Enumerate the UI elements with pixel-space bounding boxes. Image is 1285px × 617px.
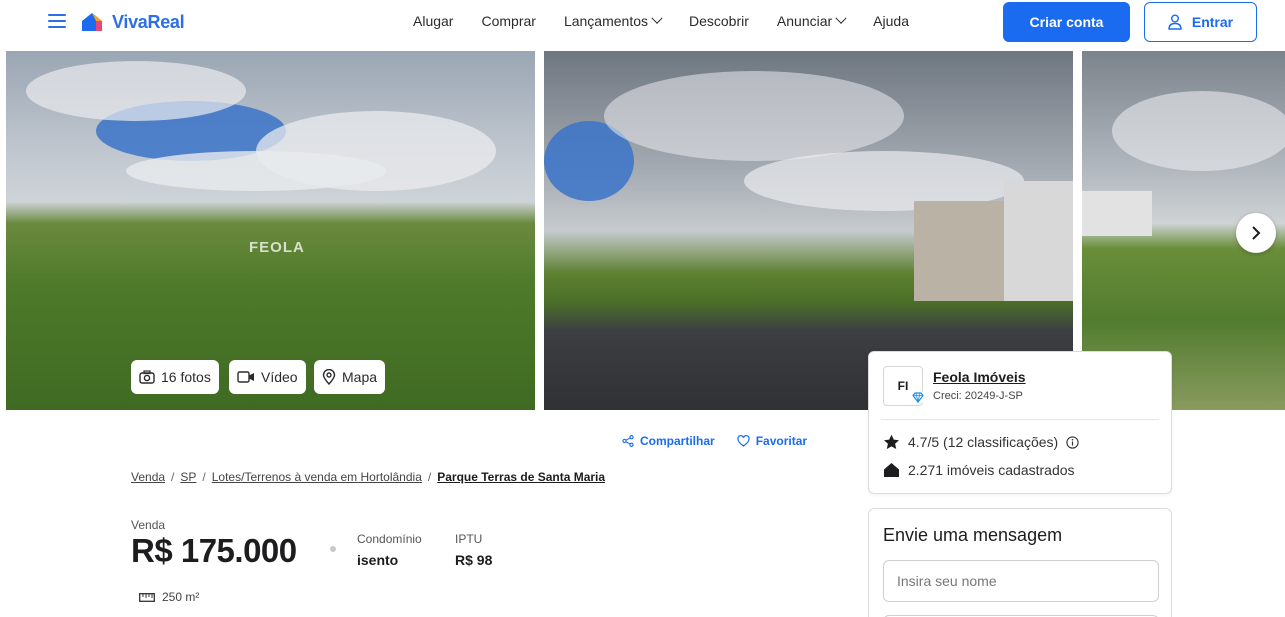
iptu-fee: IPTU R$ 98 bbox=[455, 532, 492, 568]
iptu-label: IPTU bbox=[455, 532, 483, 546]
advertiser-initials: FI bbox=[897, 379, 909, 393]
iptu-value: R$ 98 bbox=[455, 552, 493, 568]
advertiser-listings-count: 2.271 imóveis cadastrados bbox=[883, 462, 1075, 478]
breadcrumb: Venda / SP / Lotes/Terrenos à venda em H… bbox=[131, 470, 605, 484]
nav-anunciar[interactable]: Anunciar bbox=[776, 12, 847, 29]
user-icon bbox=[1168, 14, 1182, 30]
top-header: VivaReal Alugar Comprar Lançamentos Desc… bbox=[0, 0, 1285, 50]
map-button[interactable]: Mapa bbox=[314, 360, 386, 394]
nav-comprar[interactable]: Comprar bbox=[481, 13, 535, 29]
create-account-button[interactable]: Criar conta bbox=[1003, 2, 1130, 42]
rating-text: 4.7/5 (12 classificações) bbox=[908, 434, 1059, 450]
watermark-text: FEOLA bbox=[249, 239, 305, 256]
contact-form-title: Envie uma mensagem bbox=[883, 525, 1063, 545]
gallery-next-button[interactable] bbox=[1236, 213, 1276, 253]
condo-fee: Condomínio isento bbox=[357, 532, 422, 568]
photos-button[interactable]: 16 fotos bbox=[131, 360, 219, 394]
map-pin-icon bbox=[322, 369, 336, 385]
chevron-right-icon bbox=[1252, 226, 1261, 240]
verified-badge-icon bbox=[911, 390, 925, 404]
breadcrumb-category[interactable]: Lotes/Terrenos à venda em Hortolândia bbox=[212, 470, 422, 484]
main-nav: Alugar Comprar Lançamentos Descobrir Anu… bbox=[413, 12, 937, 29]
house-logo-icon bbox=[82, 13, 102, 31]
video-icon bbox=[237, 371, 254, 383]
login-button[interactable]: Entrar bbox=[1144, 2, 1257, 42]
chevron-down-icon bbox=[651, 12, 663, 24]
nav-ajuda[interactable]: Ajuda bbox=[873, 13, 909, 29]
camera-icon bbox=[139, 370, 155, 384]
favorite-label: Favoritar bbox=[755, 434, 808, 448]
favorite-button[interactable]: Favoritar bbox=[737, 434, 807, 448]
video-label: Vídeo bbox=[261, 369, 298, 385]
heart-icon bbox=[737, 435, 750, 447]
area-value: 250 m² bbox=[162, 590, 200, 604]
nav-lancamentos[interactable]: Lançamentos bbox=[563, 12, 663, 29]
nav-alugar[interactable]: Alugar bbox=[413, 13, 453, 29]
property-area: 250 m² bbox=[139, 590, 199, 604]
login-label: Entrar bbox=[1191, 14, 1234, 30]
breadcrumb-current[interactable]: Parque Terras de Santa Maria bbox=[437, 470, 605, 484]
nav-descobrir[interactable]: Descobrir bbox=[689, 13, 749, 29]
advertiser-creci: Creci: 20249-J-SP bbox=[933, 390, 1023, 402]
advertiser-name[interactable]: Feola Imóveis bbox=[933, 369, 1026, 385]
nav-label: Alugar bbox=[413, 13, 454, 29]
contact-form: Envie uma mensagem bbox=[868, 508, 1172, 617]
separator-dot bbox=[330, 546, 336, 552]
breadcrumb-sp[interactable]: SP bbox=[180, 470, 196, 484]
breadcrumb-separator: / bbox=[202, 470, 206, 484]
condo-value: isento bbox=[357, 552, 399, 568]
share-icon bbox=[622, 435, 634, 447]
nav-label: Comprar bbox=[481, 13, 536, 29]
nav-label: Ajuda bbox=[873, 13, 909, 29]
nav-label: Anunciar bbox=[776, 13, 833, 29]
nav-label: Descobrir bbox=[689, 13, 749, 29]
breadcrumb-venda[interactable]: Venda bbox=[131, 470, 165, 484]
vivareal-logo[interactable]: VivaReal bbox=[80, 10, 185, 34]
advertiser-card: FI Feola Imóveis Creci: 20249-J-SP 4.7/5… bbox=[868, 351, 1172, 494]
nav-label: Lançamentos bbox=[563, 13, 648, 29]
condo-label: Condomínio bbox=[357, 532, 422, 546]
listings-count-text: 2.271 imóveis cadastrados bbox=[908, 462, 1075, 478]
photos-label: 16 fotos bbox=[161, 369, 211, 385]
advertiser-rating: 4.7/5 (12 classificações) bbox=[883, 434, 1079, 450]
star-icon bbox=[884, 434, 899, 449]
house-icon bbox=[884, 463, 899, 477]
listing-price: R$ 175.000 bbox=[131, 532, 297, 569]
ruler-icon bbox=[139, 592, 155, 602]
logo-text: VivaReal bbox=[112, 11, 185, 32]
name-input[interactable] bbox=[883, 560, 1159, 602]
breadcrumb-separator: / bbox=[427, 470, 432, 484]
info-icon[interactable] bbox=[1066, 435, 1079, 449]
price-type-label: Venda bbox=[131, 518, 166, 532]
map-label: Mapa bbox=[342, 369, 378, 385]
listing-actions: Compartilhar Favoritar bbox=[622, 434, 807, 448]
menu-icon[interactable] bbox=[48, 14, 66, 28]
video-button[interactable]: Vídeo bbox=[229, 360, 306, 394]
chevron-down-icon bbox=[835, 12, 847, 24]
property-photo-1[interactable]: FEOLA 16 fotos Vídeo Mapa bbox=[6, 51, 535, 410]
share-button[interactable]: Compartilhar bbox=[622, 434, 715, 448]
card-divider bbox=[881, 419, 1159, 420]
share-label: Compartilhar bbox=[640, 434, 715, 448]
breadcrumb-separator: / bbox=[171, 470, 175, 484]
